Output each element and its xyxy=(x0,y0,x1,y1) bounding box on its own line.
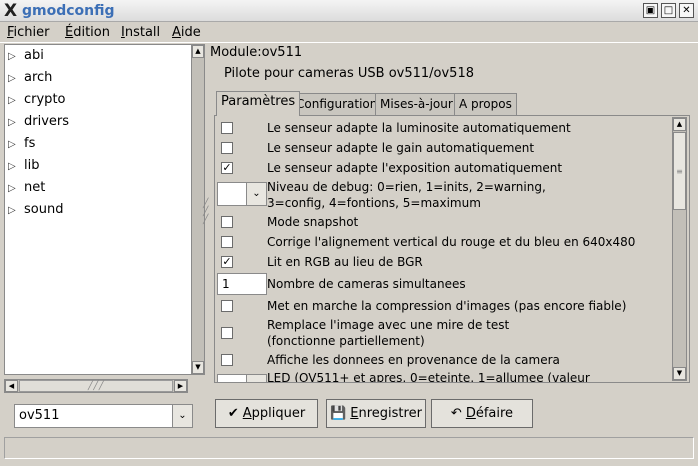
checkbox-donnees[interactable] xyxy=(221,354,233,366)
save-button[interactable]: 💾 Enregistrer xyxy=(326,399,426,428)
parameters-vertical-scrollbar[interactable]: ▲ ≡ ▼ xyxy=(672,117,687,381)
param-label: Corrige l'alignement vertical du rouge e… xyxy=(267,235,636,249)
checkbox-luminosite[interactable] xyxy=(221,122,233,134)
tree-item-sound[interactable]: ▷ sound xyxy=(8,200,63,220)
pane-splitter[interactable]: ╱ ╱ ╱ xyxy=(203,200,209,240)
module-select[interactable]: ov511 ⌄ xyxy=(14,404,193,428)
checkbox-snapshot[interactable] xyxy=(221,216,233,228)
param-label: Met en marche la compression d'images (p… xyxy=(267,299,627,313)
scroll-thumb[interactable]: ≡ xyxy=(673,132,686,210)
tree-item-arch[interactable]: ▷ arch xyxy=(8,68,52,88)
tab-mises-a-jour[interactable]: Mises-à-jour xyxy=(375,93,458,115)
checkbox-compression[interactable] xyxy=(221,300,233,312)
tab-configuration[interactable]: Configuration xyxy=(291,93,383,115)
tree-item-lib[interactable]: ▷ lib xyxy=(8,156,39,176)
expander-icon[interactable]: ▷ xyxy=(8,69,24,89)
scroll-up-icon[interactable]: ▲ xyxy=(673,118,686,131)
tree-horizontal-scrollbar[interactable]: ◀ ╱╱╱ ▶ xyxy=(4,379,188,393)
scroll-down-icon[interactable]: ▼ xyxy=(192,361,204,374)
expander-icon[interactable]: ▷ xyxy=(8,179,24,199)
expander-icon[interactable]: ▷ xyxy=(8,47,24,67)
param-label: Remplace l'image avec une mire de test xyxy=(267,318,510,332)
tree-item-crypto[interactable]: ▷ crypto xyxy=(8,90,66,110)
param-label: Mode snapshot xyxy=(267,215,359,229)
param-label: 3=config, 4=fontions, 5=maximum xyxy=(267,196,481,210)
scroll-down-icon[interactable]: ▼ xyxy=(673,367,686,380)
param-label: LED (OV511+ et apres, 0=eteinte, 1=allum… xyxy=(267,371,590,383)
menu-bar: Fichier Édition Install Aide xyxy=(0,22,698,43)
menu-fichier[interactable]: Fichier xyxy=(7,25,50,40)
x-logo-icon: X xyxy=(4,1,18,21)
expander-icon[interactable]: ▷ xyxy=(8,91,24,111)
chevron-down-icon[interactable]: ⌄ xyxy=(172,405,192,427)
maximize-button[interactable]: □ xyxy=(661,3,676,18)
window-title: gmodconfig xyxy=(22,3,115,19)
checkbox-rgb[interactable]: ✓ xyxy=(221,256,233,268)
title-bar: X gmodconfig ▣ □ ✕ xyxy=(0,0,698,22)
shade-button[interactable]: ▣ xyxy=(643,3,658,18)
module-description: Pilote pour cameras USB ov511/ov518 xyxy=(224,66,474,81)
tree-item-fs[interactable]: ▷ fs xyxy=(8,134,35,154)
parameters-panel: Le senseur adapte la luminosite automati… xyxy=(214,115,690,383)
tab-a-propos[interactable]: A propos xyxy=(454,93,517,115)
camera-count-input[interactable]: 1 xyxy=(217,273,267,295)
tree-item-net[interactable]: ▷ net xyxy=(8,178,45,198)
apply-button[interactable]: ✔ Appliquer xyxy=(215,399,318,428)
undo-arrow-icon: ↶ xyxy=(450,406,462,421)
expander-icon[interactable]: ▷ xyxy=(8,135,24,155)
tree-item-drivers[interactable]: ▷ drivers xyxy=(8,112,69,132)
menu-edition[interactable]: Édition xyxy=(65,25,110,40)
module-header: Module:ov511 xyxy=(210,45,303,60)
menu-aide[interactable]: Aide xyxy=(172,25,201,40)
tab-parametres[interactable]: Paramètres xyxy=(216,91,301,116)
menu-install[interactable]: Install xyxy=(121,25,160,40)
chevron-down-icon[interactable]: ⌄ xyxy=(246,183,266,205)
checkmark-icon: ✔ xyxy=(227,406,239,421)
module-tree[interactable]: ▷ abi ▷ arch ▷ crypto ▷ drivers ▷ fs ▷ lib ▷ ne… xyxy=(4,44,192,375)
chevron-down-icon[interactable]: ⌄ xyxy=(246,375,266,382)
expander-icon[interactable]: ▷ xyxy=(8,157,24,177)
param-label: Le senseur adapte la luminosite automati… xyxy=(267,121,571,135)
scroll-right-icon[interactable]: ▶ xyxy=(174,380,187,392)
expander-icon[interactable]: ▷ xyxy=(8,201,24,221)
scroll-thumb[interactable]: ╱╱╱ xyxy=(19,380,173,392)
param-label: Lit en RGB au lieu de BGR xyxy=(267,255,423,269)
param-label: Affiche les donnees en provenance de la … xyxy=(267,353,560,367)
checkbox-exposition[interactable]: ✓ xyxy=(221,162,233,174)
checkbox-gain[interactable] xyxy=(221,142,233,154)
scroll-up-icon[interactable]: ▲ xyxy=(192,45,204,58)
scroll-left-icon[interactable]: ◀ xyxy=(5,380,18,392)
expander-icon[interactable]: ▷ xyxy=(8,113,24,133)
tree-item-abi[interactable]: ▷ abi xyxy=(8,46,44,66)
param-label: Nombre de cameras simultanees xyxy=(267,277,466,291)
checkbox-alignement[interactable] xyxy=(221,236,233,248)
status-bar xyxy=(4,437,694,459)
undo-button[interactable]: ↶ Défaire xyxy=(431,399,533,428)
param-label: Le senseur adapte l'exposition automatiq… xyxy=(267,161,563,175)
debug-level-select[interactable]: ⌄ xyxy=(217,182,267,206)
led-select[interactable]: ⌄ xyxy=(217,374,267,382)
param-label: Niveau de debug: 0=rien, 1=inits, 2=warn… xyxy=(267,180,546,194)
param-label: Le senseur adapte le gain automatiquemen… xyxy=(267,141,535,155)
param-label: (fonctionne partiellement) xyxy=(267,334,425,348)
checkbox-mire-test[interactable] xyxy=(221,327,233,339)
close-button[interactable]: ✕ xyxy=(679,3,694,18)
floppy-disk-icon: 💾 xyxy=(330,406,347,421)
